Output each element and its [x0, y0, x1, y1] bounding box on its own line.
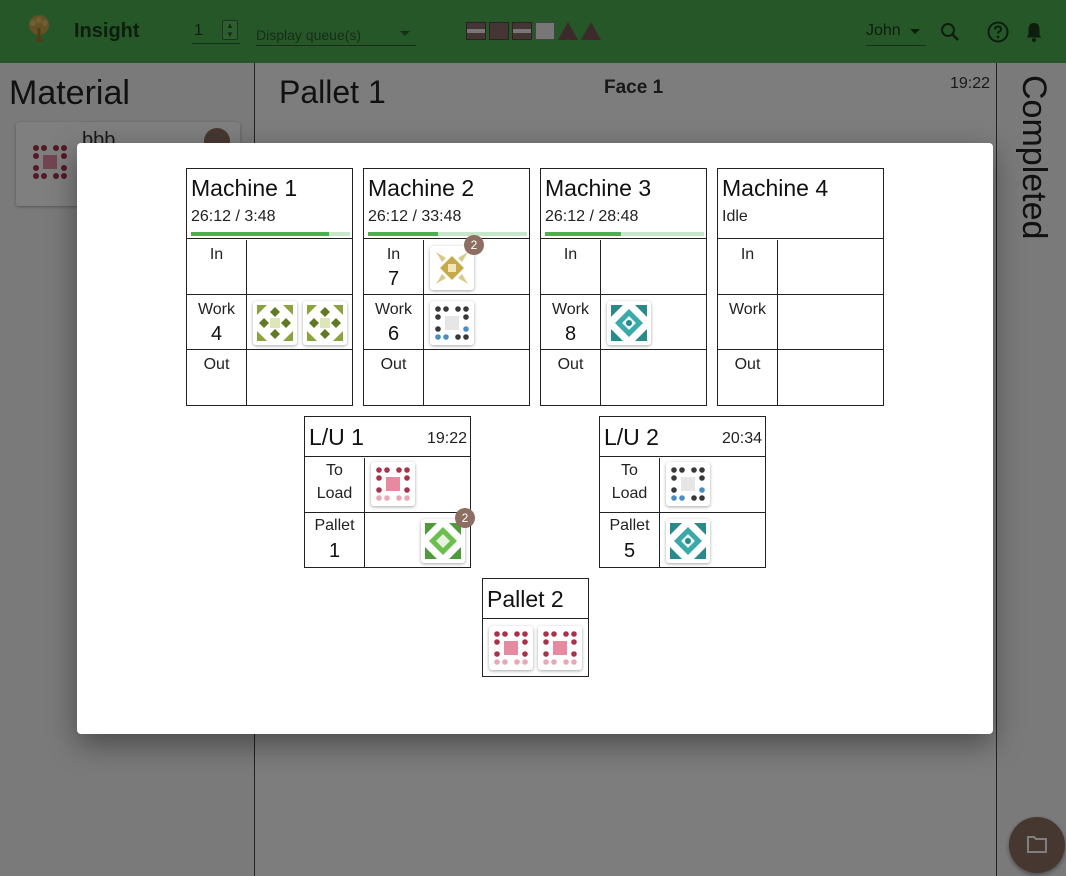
machine-header: Machine 4 Idle [718, 169, 883, 239]
load-station-header: L/U 2 20:34 [600, 417, 765, 457]
green-star-pattern-icon [425, 523, 461, 559]
machine-row-work: Work 4 [187, 295, 352, 350]
machine-header: Machine 1 26:12 / 3:48 [187, 169, 352, 239]
row-label: Work [374, 301, 413, 318]
machine-row-work: Work [718, 295, 883, 350]
material-tile[interactable] [538, 626, 582, 670]
machine-progress-bar [191, 232, 350, 236]
machine-times: 26:12 / 28:48 [545, 208, 639, 225]
row-label: Work [728, 301, 767, 318]
machine-times: 26:12 / 33:48 [368, 208, 462, 225]
machine-name: Machine 4 [722, 175, 829, 201]
load-station-1-card: L/U 1 19:22 To Load Pallet 1 2 [304, 416, 475, 568]
machine-name: Machine 1 [191, 175, 298, 201]
load-station-header: L/U 1 19:22 [305, 417, 470, 457]
material-tile[interactable] [666, 519, 710, 563]
row-label: Pallet [609, 517, 650, 534]
row-label: Work [551, 301, 590, 318]
machine-row-in: In 7 2 [364, 235, 529, 295]
machine-row-work: Work 8 [541, 295, 706, 350]
row-count: 7 [387, 268, 400, 290]
row-label: In [740, 246, 755, 263]
row-label: Pallet [314, 517, 355, 534]
machine-progress-bar [368, 232, 527, 236]
load-station-name: L/U 2 [604, 424, 659, 450]
material-tile[interactable] [303, 301, 347, 345]
dark-dots-pattern-icon [671, 467, 705, 501]
row-label: In [209, 246, 224, 263]
pallet-2-header: Pallet 2 [483, 579, 588, 619]
machine-row-out: Out [364, 350, 529, 405]
row-label: Out [380, 356, 407, 373]
row-label: In [386, 246, 401, 263]
load-station-row-pallet: Pallet 5 [600, 513, 765, 568]
material-tile[interactable] [666, 462, 710, 506]
row-label: Out [203, 356, 230, 373]
machine-row-work: Work 6 [364, 295, 529, 350]
row-count: 4 [210, 323, 223, 345]
row-label: Out [734, 356, 761, 373]
pallet-number: 1 [328, 540, 341, 562]
machine-name: Machine 2 [368, 175, 475, 201]
machine-2-card: Machine 2 26:12 / 33:48 In 7 2 Work 6 Ou… [363, 168, 530, 406]
material-tile[interactable] [489, 626, 533, 670]
row-label: In [563, 246, 578, 263]
red-dots-pattern-icon [494, 631, 528, 665]
machine-progress-bar [545, 232, 704, 236]
dark-dots-pattern-icon [435, 306, 469, 340]
machine-row-out: Out [541, 350, 706, 405]
load-station-name: L/U 1 [309, 424, 364, 450]
machine-name: Machine 3 [545, 175, 652, 201]
load-station-row-to-load: To Load [305, 458, 470, 513]
material-tile[interactable] [607, 301, 651, 345]
material-tile[interactable] [371, 462, 415, 506]
row-count: 6 [387, 323, 400, 345]
machine-header: Machine 3 26:12 / 28:48 [541, 169, 706, 239]
machine-row-out: Out [718, 350, 883, 405]
load-station-time: 19:22 [426, 430, 467, 447]
machine-row-in: In [187, 240, 352, 295]
machine-3-card: Machine 3 26:12 / 28:48 In Work 8 Out [540, 168, 707, 406]
teal-star-pattern-icon [670, 523, 706, 559]
teal-star-pattern-icon [611, 305, 647, 341]
row-label: To [326, 462, 343, 479]
pallet-2-card: Pallet 2 [482, 578, 589, 677]
gold-star-pattern-icon [436, 252, 468, 284]
pallet-number: 5 [623, 540, 636, 562]
green-diamond-pattern-icon [307, 305, 343, 341]
count-badge: 2 [464, 235, 484, 255]
row-label: To [621, 462, 638, 479]
machine-header: Machine 2 26:12 / 33:48 [364, 169, 529, 239]
count-badge: 2 [455, 508, 475, 528]
green-diamond-pattern-icon [257, 305, 293, 341]
row-label: Out [557, 356, 584, 373]
machine-row-in: In [541, 240, 706, 295]
machine-row-in: In [718, 240, 883, 295]
material-tile[interactable] [430, 301, 474, 345]
row-count: 8 [564, 323, 577, 345]
load-station-2-card: L/U 2 20:34 To Load Pallet 5 [599, 416, 766, 568]
load-station-time: 20:34 [721, 430, 762, 447]
red-dots-pattern-icon [543, 631, 577, 665]
machine-times: 26:12 / 3:48 [191, 208, 276, 225]
station-status-dialog: Machine 1 26:12 / 3:48 In Work 4 Out Mac… [77, 143, 993, 734]
load-station-row-pallet: Pallet 1 2 [305, 508, 475, 568]
pallet-2-name: Pallet 2 [487, 586, 564, 612]
machine-1-card: Machine 1 26:12 / 3:48 In Work 4 Out [186, 168, 353, 406]
machine-row-out: Out [187, 350, 352, 405]
machine-4-card: Machine 4 Idle In Work Out [717, 168, 884, 406]
row-label: Load [316, 485, 353, 502]
load-station-row-to-load: To Load [600, 458, 765, 513]
row-label: Work [197, 301, 236, 318]
row-label: Load [611, 485, 648, 502]
red-dots-pattern-icon [376, 467, 410, 501]
machine-status: Idle [722, 208, 748, 225]
material-tile[interactable] [253, 301, 297, 345]
